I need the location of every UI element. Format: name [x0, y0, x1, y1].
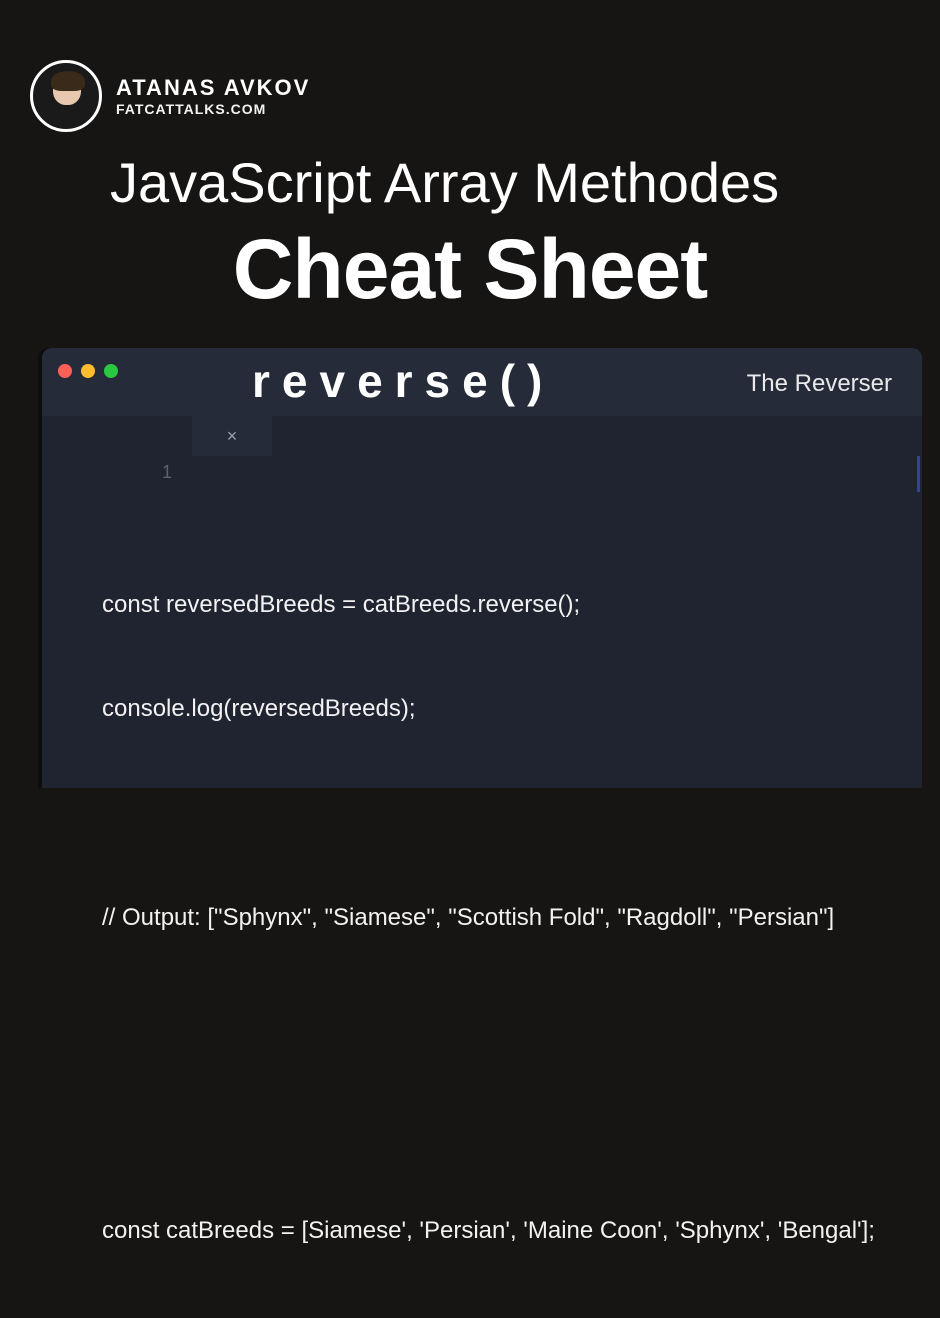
- code-line: const reversedBreeds = catBreeds.reverse…: [102, 588, 892, 623]
- close-tab-icon[interactable]: ×: [227, 427, 238, 445]
- page-subtitle: Cheat Sheet: [0, 221, 940, 318]
- method-name: reverse(): [252, 354, 554, 408]
- code-line: [102, 1110, 892, 1145]
- code-line: console.log(reversedBreeds);: [102, 692, 892, 727]
- minimize-icon[interactable]: [81, 364, 95, 378]
- traffic-lights: [58, 364, 118, 378]
- tab-active[interactable]: ×: [192, 416, 272, 456]
- maximize-icon[interactable]: [104, 364, 118, 378]
- code-line: const catBreeds = [Siamese', 'Persian', …: [102, 1214, 892, 1249]
- code-line: [102, 796, 892, 831]
- page-title: JavaScript Array Methodes: [110, 150, 940, 215]
- tab-bar: ×: [42, 416, 922, 456]
- code-block: const reversedBreeds = catBreeds.reverse…: [102, 518, 892, 1318]
- code-line: // Output: ["Sphynx", "Siamese", "Scotti…: [102, 901, 892, 936]
- scroll-indicator: [917, 456, 920, 492]
- author-block: ATANAS AVKOV FATCATTALKS.COM: [116, 75, 310, 117]
- method-tagline: The Reverser: [747, 370, 892, 398]
- author-site: FATCATTALKS.COM: [116, 101, 310, 117]
- author-avatar: [30, 60, 102, 132]
- author-name: ATANAS AVKOV: [116, 75, 310, 101]
- code-line: [102, 1005, 892, 1040]
- author-header: ATANAS AVKOV FATCATTALKS.COM: [0, 0, 940, 132]
- line-number: 1: [162, 462, 172, 483]
- code-window: reverse() The Reverser × 1 const reverse…: [42, 348, 922, 788]
- close-icon[interactable]: [58, 364, 72, 378]
- window-titlebar: reverse() The Reverser: [42, 348, 922, 416]
